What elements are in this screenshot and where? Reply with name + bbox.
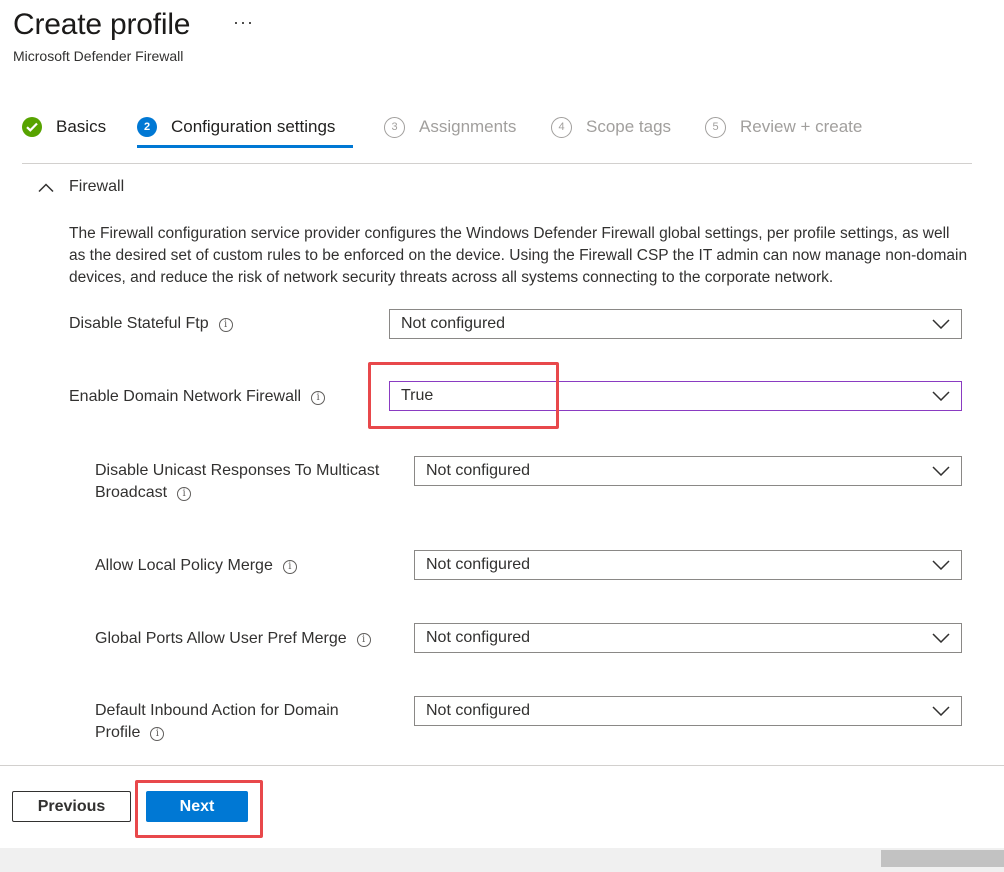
info-icon[interactable]: i xyxy=(282,560,297,574)
more-options-icon[interactable]: ··· xyxy=(233,12,254,33)
tab-assignments[interactable]: 3 Assignments xyxy=(384,114,516,140)
annotation-highlight-box xyxy=(368,362,559,429)
setting-label-text: Default Inbound Action for Domain Profil… xyxy=(95,702,339,741)
setting-label-text: Disable Stateful Ftp xyxy=(69,315,209,332)
setting-label-text: Disable Unicast Responses To Multicast B… xyxy=(95,462,380,501)
dropdown-allow-local-policy-merge[interactable]: Not configured xyxy=(414,550,962,580)
setting-label: Default Inbound Action for Domain Profil… xyxy=(95,700,375,744)
chevron-up-icon[interactable] xyxy=(36,178,56,198)
tab-configuration-settings[interactable]: 2 Configuration settings xyxy=(137,114,335,140)
info-icon[interactable]: i xyxy=(150,727,165,741)
info-icon[interactable]: i xyxy=(356,633,371,647)
active-step-indicator xyxy=(137,145,353,148)
chevron-down-icon xyxy=(932,391,950,401)
setting-label-text: Allow Local Policy Merge xyxy=(95,557,273,574)
step-label: Configuration settings xyxy=(171,117,336,136)
dropdown-default-inbound-action[interactable]: Not configured xyxy=(414,696,962,726)
setting-label: Disable Stateful Ftp i xyxy=(69,313,233,335)
info-icon[interactable]: i xyxy=(177,487,192,501)
divider xyxy=(0,765,1004,766)
section-title[interactable]: Firewall xyxy=(69,178,124,196)
setting-label: Allow Local Policy Merge i xyxy=(95,555,297,577)
divider xyxy=(22,163,972,164)
dropdown-value: Not configured xyxy=(426,629,531,646)
dropdown-value: Not configured xyxy=(426,462,531,479)
step-label: Scope tags xyxy=(586,117,672,136)
step-label: Basics xyxy=(56,117,107,136)
previous-button[interactable]: Previous xyxy=(12,791,131,822)
dropdown-value: Not configured xyxy=(401,315,506,332)
dropdown-disable-stateful-ftp[interactable]: Not configured xyxy=(389,309,962,339)
setting-label-text: Global Ports Allow User Pref Merge xyxy=(95,630,347,647)
page-title: Create profile xyxy=(13,8,191,41)
step-number: 2 xyxy=(137,117,157,137)
chevron-down-icon xyxy=(932,319,950,329)
setting-label: Global Ports Allow User Pref Merge i xyxy=(95,628,371,650)
tab-basics[interactable]: Basics xyxy=(22,114,106,140)
setting-label: Disable Unicast Responses To Multicast B… xyxy=(95,460,395,504)
setting-label-text: Enable Domain Network Firewall xyxy=(69,388,302,405)
chevron-down-icon xyxy=(932,633,950,643)
setting-label: Enable Domain Network Firewall i xyxy=(69,386,326,408)
chevron-down-icon xyxy=(932,706,950,716)
step-number: 3 xyxy=(384,116,405,138)
section-description: The Firewall configuration service provi… xyxy=(69,225,968,286)
page-subtitle: Microsoft Defender Firewall xyxy=(13,48,184,64)
info-icon[interactable]: i xyxy=(218,318,233,332)
dropdown-value: Not configured xyxy=(426,702,531,719)
step-label: Assignments xyxy=(419,117,517,136)
horizontal-scrollbar[interactable] xyxy=(0,848,1004,872)
scrollbar-thumb[interactable] xyxy=(881,850,1004,867)
step-number: 5 xyxy=(705,116,726,138)
dropdown-value: Not configured xyxy=(426,556,531,573)
dropdown-global-ports-allow-user-pref-merge[interactable]: Not configured xyxy=(414,623,962,653)
checkmark-icon xyxy=(22,117,42,137)
step-label: Review + create xyxy=(740,117,863,136)
chevron-down-icon xyxy=(932,560,950,570)
step-number: 4 xyxy=(551,116,572,138)
info-icon[interactable]: i xyxy=(311,391,326,405)
tab-scope-tags[interactable]: 4 Scope tags xyxy=(551,114,671,140)
chevron-down-icon xyxy=(932,466,950,476)
dropdown-disable-unicast-responses[interactable]: Not configured xyxy=(414,456,962,486)
tab-review-create[interactable]: 5 Review + create xyxy=(705,114,862,140)
annotation-highlight-box xyxy=(135,780,263,838)
